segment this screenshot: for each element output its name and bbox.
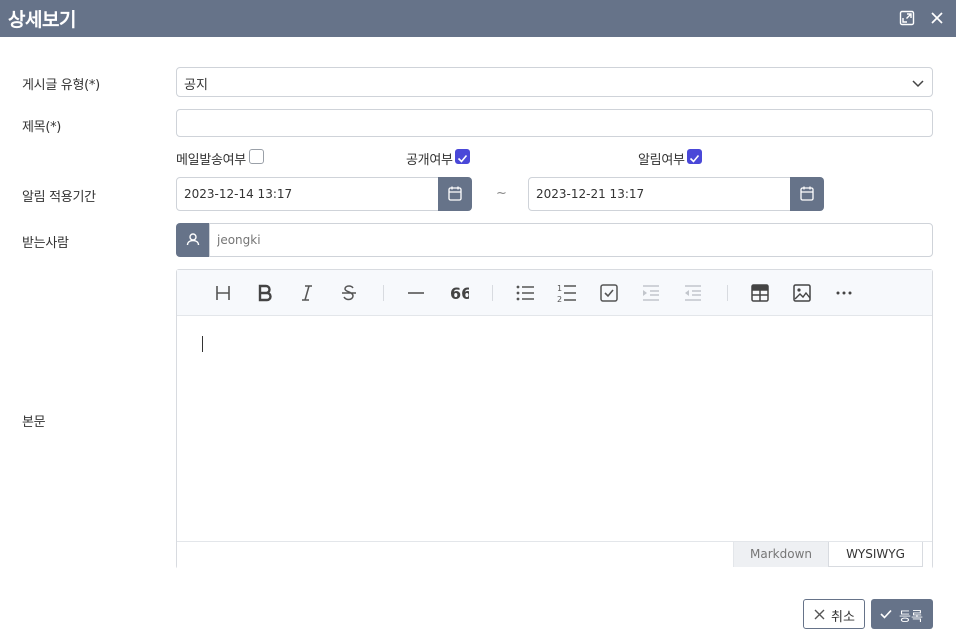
check-icon [689,154,700,163]
start-date-button[interactable] [438,177,472,211]
editor-toolbar: 66 12 [177,270,932,316]
body-label: 본문 [22,415,46,430]
recipient-label: 받는사람 [22,236,69,251]
submit-button[interactable]: 등록 [871,599,933,629]
mail-send-label: 메일발송여부 [176,153,246,168]
chevron-down-icon [910,75,926,95]
indent-icon[interactable] [640,282,662,304]
strikethrough-icon[interactable] [338,282,360,304]
post-type-select[interactable]: 공지 [176,67,933,97]
rich-text-editor: 66 12 Markdown WYSIWYG [176,269,933,569]
ordered-list-icon[interactable]: 12 [556,282,578,304]
svg-text:2: 2 [557,295,562,304]
horizontal-line-icon[interactable] [405,282,427,304]
editor-content-area[interactable] [177,316,932,541]
submit-label: 등록 [899,610,923,625]
toolbar-divider [727,285,728,301]
wysiwyg-tab[interactable]: WYSIWYG [828,542,923,567]
subject-input[interactable] [176,109,933,137]
svg-text:66: 66 [450,284,469,303]
close-icon[interactable] [927,8,947,28]
bold-icon[interactable] [254,282,276,304]
task-list-icon[interactable] [598,282,620,304]
toolbar-divider [492,285,493,301]
cancel-label: 취소 [831,610,855,625]
editor-mode-switch: Markdown WYSIWYG [177,541,932,569]
dialog-titlebar: 상세보기 [0,0,956,37]
toolbar-divider [383,285,384,301]
mail-send-checkbox[interactable] [249,149,264,164]
public-label: 공개여부 [406,153,453,168]
post-type-value: 공지 [184,78,208,93]
post-type-label: 게시글 유형(*) [22,78,100,93]
dialog-title: 상세보기 [8,9,76,31]
image-icon[interactable] [791,282,813,304]
text-cursor [202,336,203,352]
alert-label: 알림여부 [638,153,685,168]
recipient-button[interactable] [176,223,210,257]
subject-label: 제목(*) [22,120,62,135]
start-date-input[interactable]: 2023-12-14 13:17 [176,177,439,211]
check-icon [457,154,468,163]
close-icon [814,609,825,620]
date-separator: ~ [496,186,507,201]
calendar-icon [800,186,814,201]
public-checkbox[interactable] [455,149,470,164]
svg-text:1: 1 [557,284,562,293]
user-icon [186,233,200,246]
cancel-button[interactable]: 취소 [803,599,865,629]
end-date-button[interactable] [790,177,824,211]
check-icon [880,609,892,619]
alert-checkbox[interactable] [687,149,702,164]
alert-period-label: 알림 적용기간 [22,190,96,205]
calendar-icon [448,186,462,201]
end-date-input[interactable]: 2023-12-21 13:17 [528,177,791,211]
heading-icon[interactable] [212,282,234,304]
outdent-icon[interactable] [682,282,704,304]
quote-icon[interactable]: 66 [447,282,472,304]
markdown-tab[interactable]: Markdown [733,542,828,567]
bullet-list-icon[interactable] [514,282,536,304]
table-icon[interactable] [749,282,771,304]
more-icon[interactable] [833,282,855,304]
expand-icon[interactable] [897,8,917,28]
start-date-value: 2023-12-14 13:17 [184,187,293,201]
recipient-input[interactable] [209,223,933,257]
italic-icon[interactable] [296,282,318,304]
end-date-value: 2023-12-21 13:17 [536,187,645,201]
